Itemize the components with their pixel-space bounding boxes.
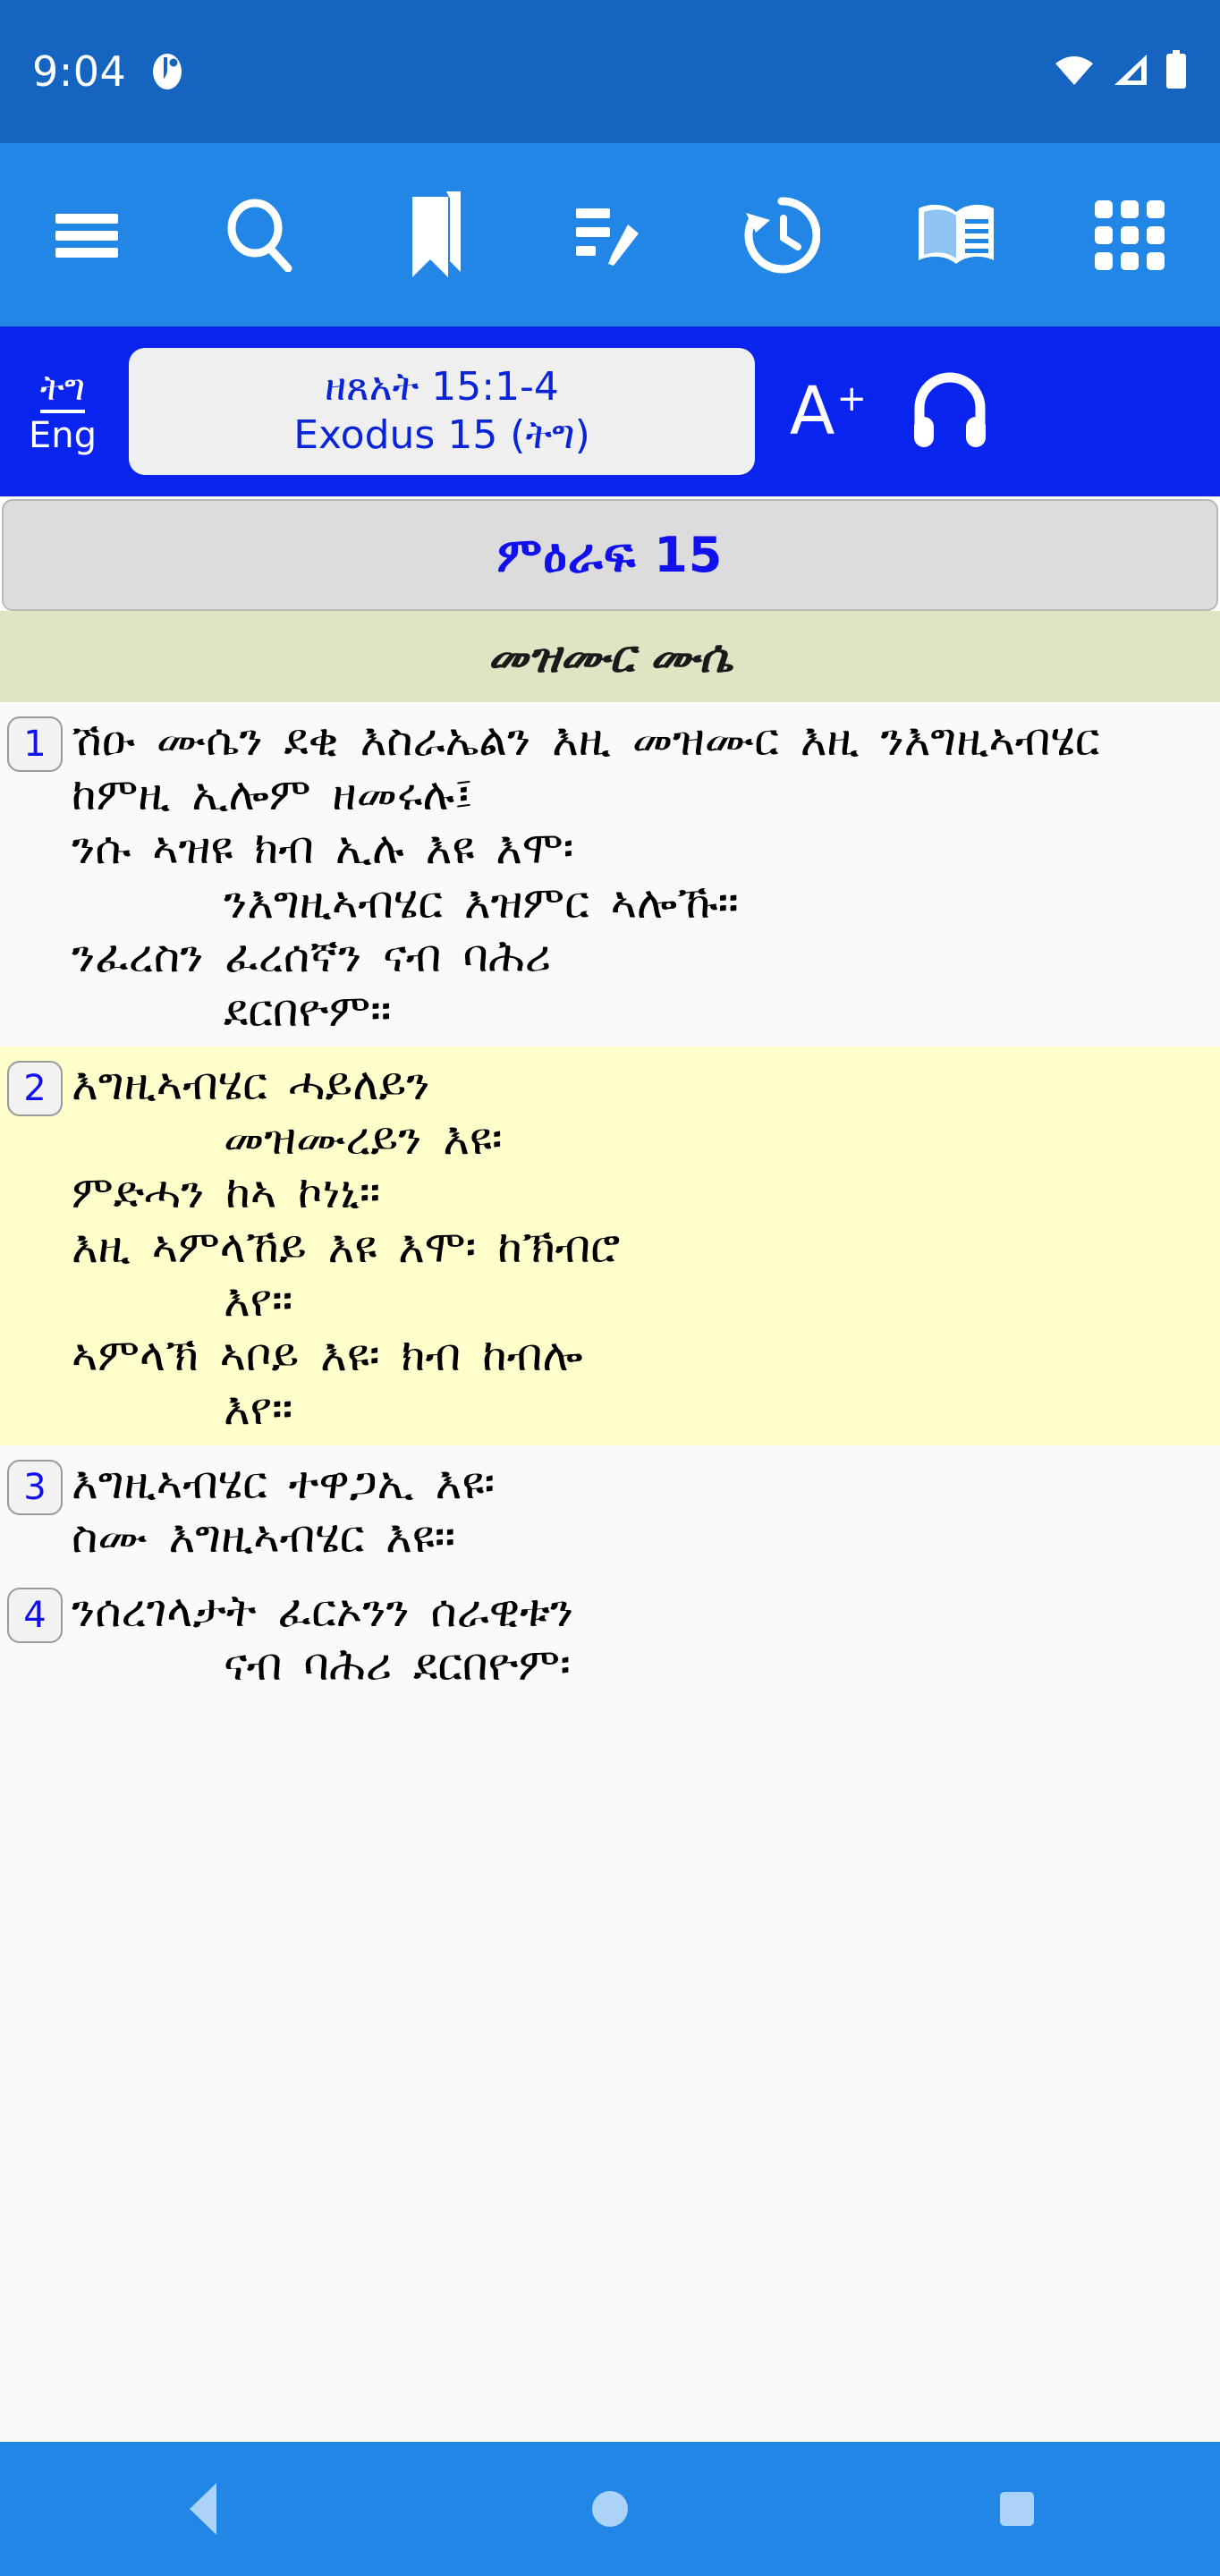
- reference-english-text: Exodus 15 (ትግ): [293, 412, 590, 458]
- verse-text: እግዚኣብሄር ሓይለይን መዝሙረይን እዩ፡ ምድሓን ከኣ ኮነኒ። እዚ ኣም…: [72, 1057, 1211, 1436]
- home-icon: [591, 2491, 628, 2527]
- verse-row[interactable]: 3 እግዚኣብሄር ተዋጋኢ እዩ፡ ስሙ እግዚኣብሄር እዩ።: [0, 1445, 1220, 1573]
- app-screen: 9:04 ትግ Eng ዘጸአት 15:1-4 Exodus 15 (ትግ) A…: [0, 0, 1220, 2576]
- section-title: መዝሙር ሙሴ: [487, 630, 733, 682]
- reference-native-text: ዘጸአት 15:1-4: [325, 364, 559, 411]
- verse-list[interactable]: 1 ሽዑ ሙሴን ደቂ እስራኤልን እዚ መዝሙር እዚ ንእግዚኣብሄር ከም…: [0, 702, 1220, 2442]
- section-heading-bar: መዝሙር ሙሴ: [0, 611, 1220, 702]
- verse-text: ሽዑ ሙሴን ደቂ እስራኤልን እዚ መዝሙር እዚ ንእግዚኣብሄር ከምዚ…: [72, 713, 1211, 1038]
- read-book-button[interactable]: [868, 143, 1042, 326]
- battery-icon: [1165, 50, 1188, 93]
- verse-line: ንሰረገላታት ፈርኦንን ሰራዊቱን: [72, 1584, 574, 1637]
- font-size-plus-sign: +: [836, 378, 868, 419]
- verse-line: እየ።: [224, 1275, 293, 1326]
- verse-line: ደርበዮም።: [224, 984, 392, 1037]
- search-button[interactable]: [174, 143, 347, 326]
- verse-line: ስሙ እግዚኣብሄር እዩ።: [72, 1511, 456, 1563]
- verse-number-badge[interactable]: 4: [7, 1587, 63, 1643]
- notes-button[interactable]: [521, 143, 695, 326]
- verse-line: ንፈረስን ፈረሰኛን ናብ ባሕሪ: [72, 930, 552, 982]
- status-bar-left: 9:04: [32, 51, 187, 92]
- status-clock: 9:04: [32, 47, 127, 96]
- reference-bar: ትግ Eng ዘጸአት 15:1-4 Exodus 15 (ትግ) A +: [0, 326, 1220, 496]
- status-bar-right: [1054, 50, 1188, 93]
- history-icon: [743, 196, 821, 274]
- verse-line: መዝሙረይን እዩ፡: [224, 1112, 503, 1165]
- bible-app-icon: [148, 52, 187, 91]
- verse-number-badge[interactable]: 2: [7, 1061, 63, 1116]
- verse-line: እግዚኣብሄር ሓይለይን: [72, 1058, 430, 1110]
- verse-line: ሽዑ ሙሴን ደቂ እስራኤልን እዚ መዝሙር እዚ ንእግዚኣብሄር ከምዚ…: [72, 714, 1100, 820]
- recents-button[interactable]: [928, 2442, 1106, 2576]
- back-button[interactable]: [114, 2442, 292, 2576]
- menu-button[interactable]: [0, 143, 174, 326]
- cellular-signal-icon: [1111, 53, 1148, 90]
- verse-text: እግዚኣብሄር ተዋጋኢ እዩ፡ ስሙ እግዚኣብሄር እዩ።: [72, 1456, 1211, 1564]
- verse-number-badge[interactable]: 1: [7, 716, 63, 772]
- verse-row[interactable]: 1 ሽዑ ሙሴን ደቂ እስራኤልን እዚ መዝሙር እዚ ንእግዚኣብሄር ከም…: [0, 702, 1220, 1046]
- font-size-letter: A: [789, 373, 835, 450]
- home-button[interactable]: [521, 2442, 699, 2576]
- verse-line: እየ።: [224, 1383, 293, 1435]
- recents-icon: [999, 2492, 1034, 2526]
- verse-row[interactable]: 2 እግዚኣብሄር ሓይለይን መዝሙረይን እዩ፡ ምድሓን ከኣ ኮነኒ። እዚ ኣ…: [0, 1046, 1220, 1445]
- increase-font-size-button[interactable]: A +: [771, 378, 885, 445]
- chapter-heading-bar[interactable]: ምዕራፍ 15: [2, 499, 1218, 611]
- bookmark-button[interactable]: [348, 143, 521, 326]
- chapter-title: ምዕራፍ 15: [496, 526, 724, 583]
- headphones-icon: [909, 369, 991, 454]
- verse-line: እግዚኣብሄር ተዋጋኢ እዩ፡: [72, 1456, 496, 1509]
- wifi-icon: [1054, 53, 1095, 90]
- search-icon: [225, 199, 295, 272]
- verse-line: ኣምላኽ ኣቦይ እዩ፡ ክብ ከብሎ: [72, 1328, 583, 1381]
- verse-line: ንሱ ኣዝዩ ክብ ኢሉ እዩ እሞ፡: [72, 822, 574, 874]
- book-icon: [915, 201, 997, 269]
- notes-icon: [574, 203, 642, 267]
- language-toggle-button[interactable]: ትግ Eng: [13, 369, 113, 454]
- verse-line: እዚ ኣምላኸይ እዩ እሞ፡ ከኽብሮ: [72, 1220, 621, 1273]
- language-toggle-english-label: Eng: [28, 414, 97, 456]
- verse-line: ንእግዚኣብሄር እዝምር ኣሎኹ።: [224, 876, 739, 928]
- verse-line: ናብ ባሕሪ ደርበዮም፡: [224, 1639, 571, 1690]
- grid-icon: [1093, 199, 1166, 272]
- passage-reference-button[interactable]: ዘጸአት 15:1-4 Exodus 15 (ትግ): [129, 348, 755, 475]
- back-icon: [190, 2483, 217, 2535]
- android-navigation-bar: [0, 2442, 1220, 2576]
- verse-line: ምድሓን ከኣ ኮነኒ።: [72, 1166, 381, 1218]
- status-bar: 9:04: [0, 0, 1220, 143]
- history-button[interactable]: [695, 143, 868, 326]
- menu-icon: [54, 210, 120, 260]
- app-toolbar: [0, 143, 1220, 326]
- audio-playback-button[interactable]: [893, 369, 1007, 454]
- apps-grid-button[interactable]: [1043, 143, 1216, 326]
- language-toggle-native-label: ትግ: [39, 369, 86, 413]
- verse-number-badge[interactable]: 3: [7, 1459, 63, 1515]
- bookmark-icon: [405, 190, 464, 281]
- verse-text: ንሰረገላታት ፈርኦንን ሰራዊቱን ናብ ባሕሪ ደርበዮም፡: [72, 1584, 1211, 1692]
- verse-row[interactable]: 4 ንሰረገላታት ፈርኦንን ሰራዊቱን ናብ ባሕሪ ደርበዮም፡: [0, 1572, 1220, 1701]
